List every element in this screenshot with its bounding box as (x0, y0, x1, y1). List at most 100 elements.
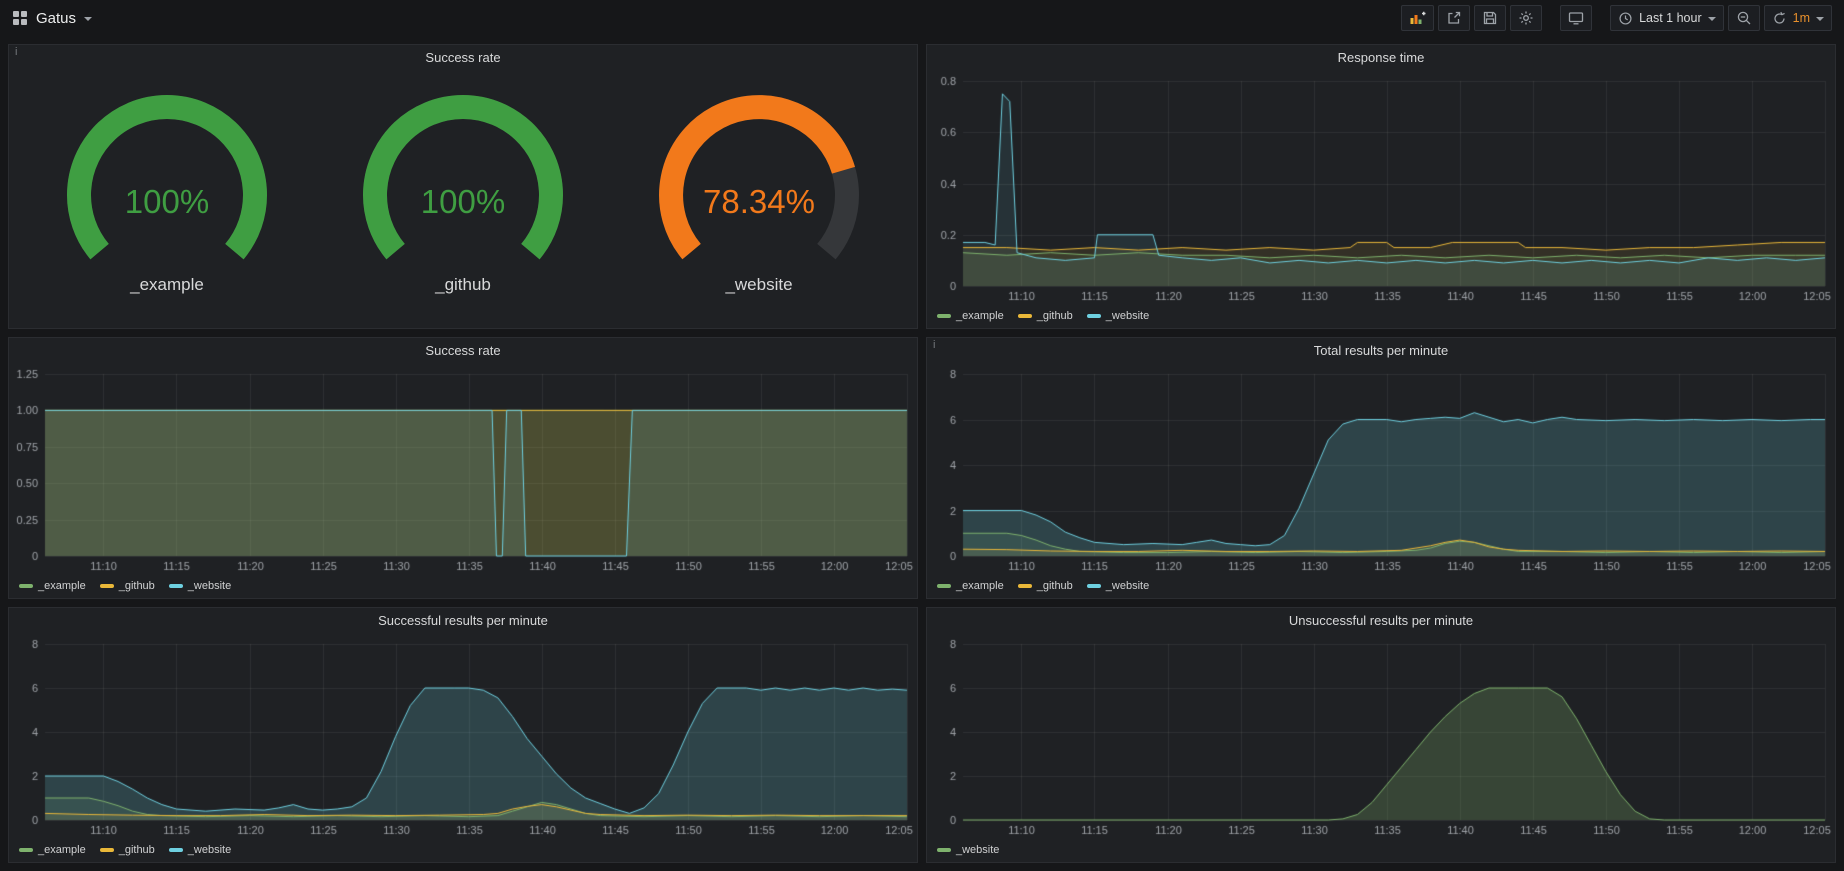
legend-swatch-icon (937, 584, 951, 588)
refresh-interval-label: 1m (1793, 11, 1810, 25)
zoom-out-icon (1736, 10, 1752, 26)
legend-swatch-icon (1087, 314, 1101, 318)
gauge-label: _website (629, 275, 889, 295)
gauge-arc (333, 95, 593, 267)
legend-item[interactable]: _website (169, 580, 231, 592)
gauge-website: 78.34% _website (629, 95, 889, 295)
legend-label: _example (38, 580, 86, 592)
legend-label: _website (956, 844, 999, 856)
gauge-value: 100% (37, 183, 297, 221)
chart-legend: _example _github _website (9, 840, 917, 860)
navbar: Gatus (0, 0, 1844, 36)
legend-label: _example (38, 844, 86, 856)
dashboard-title[interactable]: Gatus (36, 10, 76, 27)
unsuccessful-results-chart[interactable] (927, 634, 1835, 840)
settings-button[interactable] (1510, 5, 1542, 31)
chevron-down-icon (84, 17, 92, 21)
legend-label: _example (956, 580, 1004, 592)
legend-item[interactable]: _example (937, 310, 1004, 322)
response-time-chart[interactable] (927, 71, 1835, 306)
legend-item[interactable]: _github (100, 844, 155, 856)
legend-label: _github (119, 580, 155, 592)
panel-title[interactable]: Total results per minute (927, 338, 1835, 364)
panel-title[interactable]: Unsuccessful results per minute (927, 608, 1835, 634)
save-icon (1482, 10, 1498, 26)
legend-label: _github (1037, 310, 1073, 322)
add-panel-button[interactable] (1401, 5, 1434, 31)
panel-success-rate-timeseries: Success rate _example _github _website (8, 337, 918, 599)
panel-title[interactable]: Successful results per minute (9, 608, 917, 634)
legend-swatch-icon (1018, 584, 1032, 588)
tv-mode-button[interactable] (1560, 5, 1592, 31)
legend-label: _website (1106, 310, 1149, 322)
legend-item[interactable]: _example (19, 844, 86, 856)
success-rate-chart[interactable] (9, 364, 917, 576)
panel-title[interactable]: Success rate (9, 338, 917, 364)
total-results-chart[interactable] (927, 364, 1835, 576)
chart-legend: _example _github _website (927, 306, 1835, 326)
legend-swatch-icon (169, 584, 183, 588)
legend-swatch-icon (100, 848, 114, 852)
panel-total-results: i Total results per minute _example _gith… (926, 337, 1836, 599)
legend-label: _example (956, 310, 1004, 322)
add-panel-icon (1409, 10, 1426, 26)
panel-success-rate-gauges: i Success rate 100% _example 100% _githu… (8, 44, 918, 329)
panel-info-icon[interactable]: i (933, 339, 935, 351)
panel-response-time: Response time _example _github _website (926, 44, 1836, 329)
legend-item[interactable]: _github (1018, 580, 1073, 592)
legend-swatch-icon (100, 584, 114, 588)
chevron-down-icon (1708, 17, 1716, 21)
panel-title[interactable]: Success rate (9, 45, 917, 71)
legend-item[interactable]: _website (169, 844, 231, 856)
panel-unsuccessful-results: Unsuccessful results per minute _website (926, 607, 1836, 863)
legend-item[interactable]: _website (937, 844, 999, 856)
refresh-icon (1772, 11, 1787, 26)
legend-swatch-icon (19, 584, 33, 588)
legend-item[interactable]: _website (1087, 310, 1149, 322)
gauge-example: 100% _example (37, 95, 297, 295)
time-range-label: Last 1 hour (1639, 11, 1702, 25)
dashboard-grid: i Success rate 100% _example 100% _githu… (0, 36, 1844, 871)
time-range-button[interactable]: Last 1 hour (1610, 5, 1724, 31)
gauge-value: 78.34% (629, 183, 889, 221)
clock-icon (1618, 11, 1633, 26)
successful-results-chart[interactable] (9, 634, 917, 840)
share-button[interactable] (1438, 5, 1470, 31)
legend-item[interactable]: _example (937, 580, 1004, 592)
gauge-label: _github (333, 275, 593, 295)
apps-grid-icon[interactable] (12, 10, 28, 26)
legend-swatch-icon (937, 848, 951, 852)
share-icon (1446, 10, 1462, 26)
refresh-button[interactable]: 1m (1764, 5, 1832, 31)
gauge-row: 100% _example 100% _github 78.34% _websi… (9, 71, 917, 326)
gear-icon (1518, 10, 1534, 26)
chevron-down-icon (1816, 17, 1824, 21)
nav-left: Gatus (12, 10, 92, 27)
monitor-icon (1568, 10, 1584, 26)
legend-label: _github (119, 844, 155, 856)
legend-swatch-icon (169, 848, 183, 852)
gauge-value: 100% (333, 183, 593, 221)
chart-legend: _website (927, 840, 1835, 860)
legend-item[interactable]: _github (100, 580, 155, 592)
panel-info-icon[interactable]: i (15, 46, 17, 58)
legend-label: _github (1037, 580, 1073, 592)
legend-swatch-icon (1087, 584, 1101, 588)
save-button[interactable] (1474, 5, 1506, 31)
legend-item[interactable]: _github (1018, 310, 1073, 322)
chart-legend: _example _github _website (927, 576, 1835, 596)
legend-swatch-icon (1018, 314, 1032, 318)
legend-label: _website (188, 844, 231, 856)
gauge-arc (37, 95, 297, 267)
chart-legend: _example _github _website (9, 576, 917, 596)
legend-swatch-icon (19, 848, 33, 852)
gauge-arc (629, 95, 889, 267)
zoom-out-button[interactable] (1728, 5, 1760, 31)
legend-label: _website (1106, 580, 1149, 592)
nav-right: Last 1 hour 1m (1401, 5, 1832, 31)
panel-successful-results: Successful results per minute _example _g… (8, 607, 918, 863)
panel-title[interactable]: Response time (927, 45, 1835, 71)
legend-item[interactable]: _example (19, 580, 86, 592)
legend-item[interactable]: _website (1087, 580, 1149, 592)
legend-label: _website (188, 580, 231, 592)
